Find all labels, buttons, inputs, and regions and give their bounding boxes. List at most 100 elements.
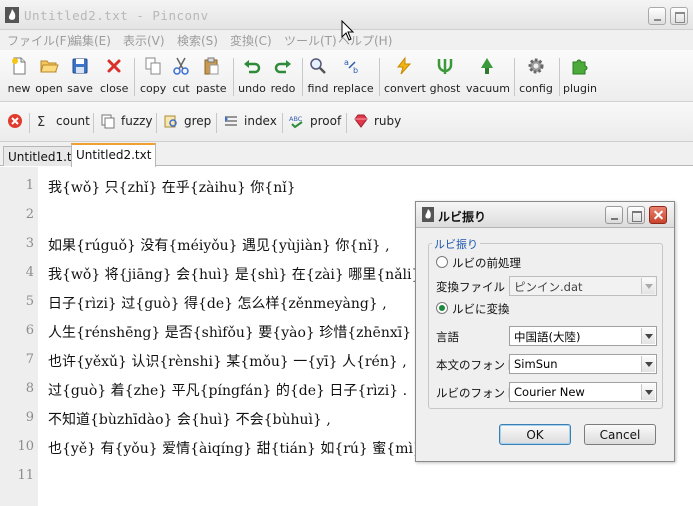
minimize-button[interactable] — [648, 7, 666, 25]
dialog-maximize-button[interactable] — [627, 206, 645, 224]
clipboard-icon — [204, 57, 219, 75]
file-select[interactable]: ピンイン.dat — [509, 276, 657, 296]
toolbar-separator — [29, 113, 30, 133]
toolbar-separator — [514, 58, 515, 96]
menu-convert[interactable]: 変換(C) — [230, 32, 272, 49]
app-flame-icon — [5, 7, 19, 23]
gear-icon — [528, 58, 544, 74]
replace-button[interactable]: ab replace — [333, 56, 374, 98]
ruby-font-select[interactable]: Courier New — [509, 382, 657, 402]
line-number: 2 — [25, 207, 34, 222]
ruby-font-label: ルビのフォント — [436, 386, 517, 400]
plugin-button[interactable]: plugin — [563, 56, 597, 98]
cut-button[interactable]: cut — [169, 56, 193, 98]
scissors-icon — [173, 57, 189, 75]
line-number: 9 — [25, 410, 34, 425]
close-x-icon — [107, 59, 121, 73]
line-number: 11 — [17, 468, 34, 483]
redo-button[interactable]: redo — [269, 56, 297, 98]
editor-line: 也许{yěxǔ} 认识{rènshi} 某{mǒu} 一{yī} 人{rén} … — [48, 354, 407, 370]
copy-button[interactable]: copy — [140, 56, 166, 98]
new-button[interactable]: new — [5, 56, 33, 98]
config-button[interactable]: config — [518, 56, 554, 98]
replace-ab-icon: ab — [344, 58, 358, 75]
line-number: 4 — [25, 265, 34, 280]
menu-view[interactable]: 表示(V) — [123, 32, 165, 49]
ok-button[interactable]: OK — [499, 424, 571, 445]
toolbar-separator — [216, 113, 217, 133]
toolbar-separator — [379, 58, 380, 96]
line-number: 5 — [25, 294, 34, 309]
editor-line: 人生{rénshēng} 是否{shìfǒu} 要{yào} 珍惜{zhēnxī… — [48, 325, 424, 341]
grep-search-icon — [164, 115, 177, 128]
line-number: 3 — [25, 236, 34, 251]
body-font-label: 本文のフォント — [436, 358, 517, 372]
menu-edit[interactable]: 編集(E) — [70, 32, 111, 49]
editor-line: 也{yě} 有{yǒu} 爱情{àiqíng} 甜{tián} 如{rú} 蜜{… — [48, 441, 434, 457]
flame-icon — [422, 207, 434, 222]
close-panel-button[interactable] — [7, 113, 28, 133]
group-title: ルビ振り — [432, 236, 480, 252]
toolbar-separator — [233, 58, 234, 96]
window-title: Untitled2.txt - Pinconv — [24, 8, 209, 23]
chevron-down-icon — [641, 384, 655, 400]
new-file-icon — [12, 57, 26, 75]
secondary-toolbar: Σcount fuzzy grep index ABC proof ruby — [0, 102, 693, 142]
index-button[interactable]: index — [223, 113, 277, 133]
chevron-down-icon — [641, 356, 655, 372]
ghost-button[interactable]: ghost — [428, 56, 462, 98]
toolbar-separator — [346, 113, 347, 133]
maximize-button[interactable] — [670, 7, 688, 25]
open-button[interactable]: open — [35, 56, 63, 98]
paste-button[interactable]: paste — [196, 56, 227, 98]
editor-line: 我{wǒ} 只{zhǐ} 在乎{zàihu} 你{nǐ} — [48, 180, 296, 196]
convert-button[interactable]: convert — [384, 56, 426, 98]
find-button[interactable]: find — [306, 56, 330, 98]
menu-file[interactable]: ファイル(F) — [7, 32, 71, 49]
editor-line: 我{wǒ} 将{jiāng} 会{huì} 是{shì} 在{zài} 哪里{n… — [48, 267, 433, 283]
ruby-button[interactable]: ruby — [353, 113, 401, 133]
line-number: 6 — [25, 323, 34, 338]
dialog-title: ルビ振り — [438, 210, 487, 224]
menu-tools[interactable]: ツール(T) — [284, 32, 337, 49]
sigma-icon: Σ — [37, 115, 45, 129]
save-button[interactable]: save — [66, 56, 94, 98]
dialog-close-button[interactable] — [649, 206, 667, 224]
radio-preprocess[interactable] — [436, 256, 448, 268]
body-font-select[interactable]: SimSun — [509, 354, 657, 374]
editor-line: 日子{rìzi} 过{guò} 得{de} 怎么样{zěnmeyàng} , — [48, 296, 387, 312]
toolbar-separator — [302, 58, 303, 96]
save-disk-icon — [72, 58, 88, 74]
main-toolbar: new open save close copy cut paste undo … — [0, 50, 693, 102]
file-label: 変換ファイル — [436, 280, 505, 294]
undo-arrow-icon — [244, 60, 261, 74]
radio-convert-label: ルビに変換 — [452, 302, 510, 316]
toolbar-separator — [93, 113, 94, 133]
puzzle-icon — [572, 59, 588, 75]
dialog-minimize-button[interactable] — [605, 206, 623, 224]
cancel-button[interactable]: Cancel — [584, 424, 656, 445]
red-close-circle-icon — [8, 114, 22, 128]
count-button[interactable]: Σcount — [35, 113, 90, 133]
line-number: 10 — [17, 439, 34, 454]
language-label: 言語 — [436, 330, 459, 344]
line-number-gutter: 1 2 3 4 5 6 7 8 9 10 11 — [0, 167, 38, 506]
tab-untitled2[interactable]: Untitled2.txt — [71, 143, 157, 167]
vacuum-icon — [481, 58, 493, 74]
proof-button[interactable]: ABC proof — [289, 113, 341, 133]
index-list-icon — [225, 116, 237, 126]
vacuum-button[interactable]: vacuum — [466, 56, 510, 98]
editor-line: 如果{rúguǒ} 没有{méiyǒu} 遇见{yùjiàn} 你{nǐ} , — [48, 238, 390, 254]
grep-button[interactable]: grep — [163, 113, 211, 133]
menu-search[interactable]: 検索(S) — [177, 32, 218, 49]
lightning-icon — [396, 56, 412, 75]
fuzzy-button[interactable]: fuzzy — [100, 113, 153, 133]
radio-convert[interactable] — [436, 302, 448, 314]
language-select[interactable]: 中国語(大陸) — [509, 326, 657, 346]
close-button[interactable]: close — [100, 56, 128, 98]
editor-line: 过{guò} 着{zhe} 平凡{píngfán} 的{de} 日子{rìzi}… — [48, 383, 408, 399]
editor-line: 不知道{bùzhīdào} 会{huì} 不会{bùhuì} , — [48, 412, 331, 428]
fuzzy-pages-icon — [101, 114, 115, 129]
undo-button[interactable]: undo — [238, 56, 266, 98]
copy-icon — [145, 57, 161, 75]
